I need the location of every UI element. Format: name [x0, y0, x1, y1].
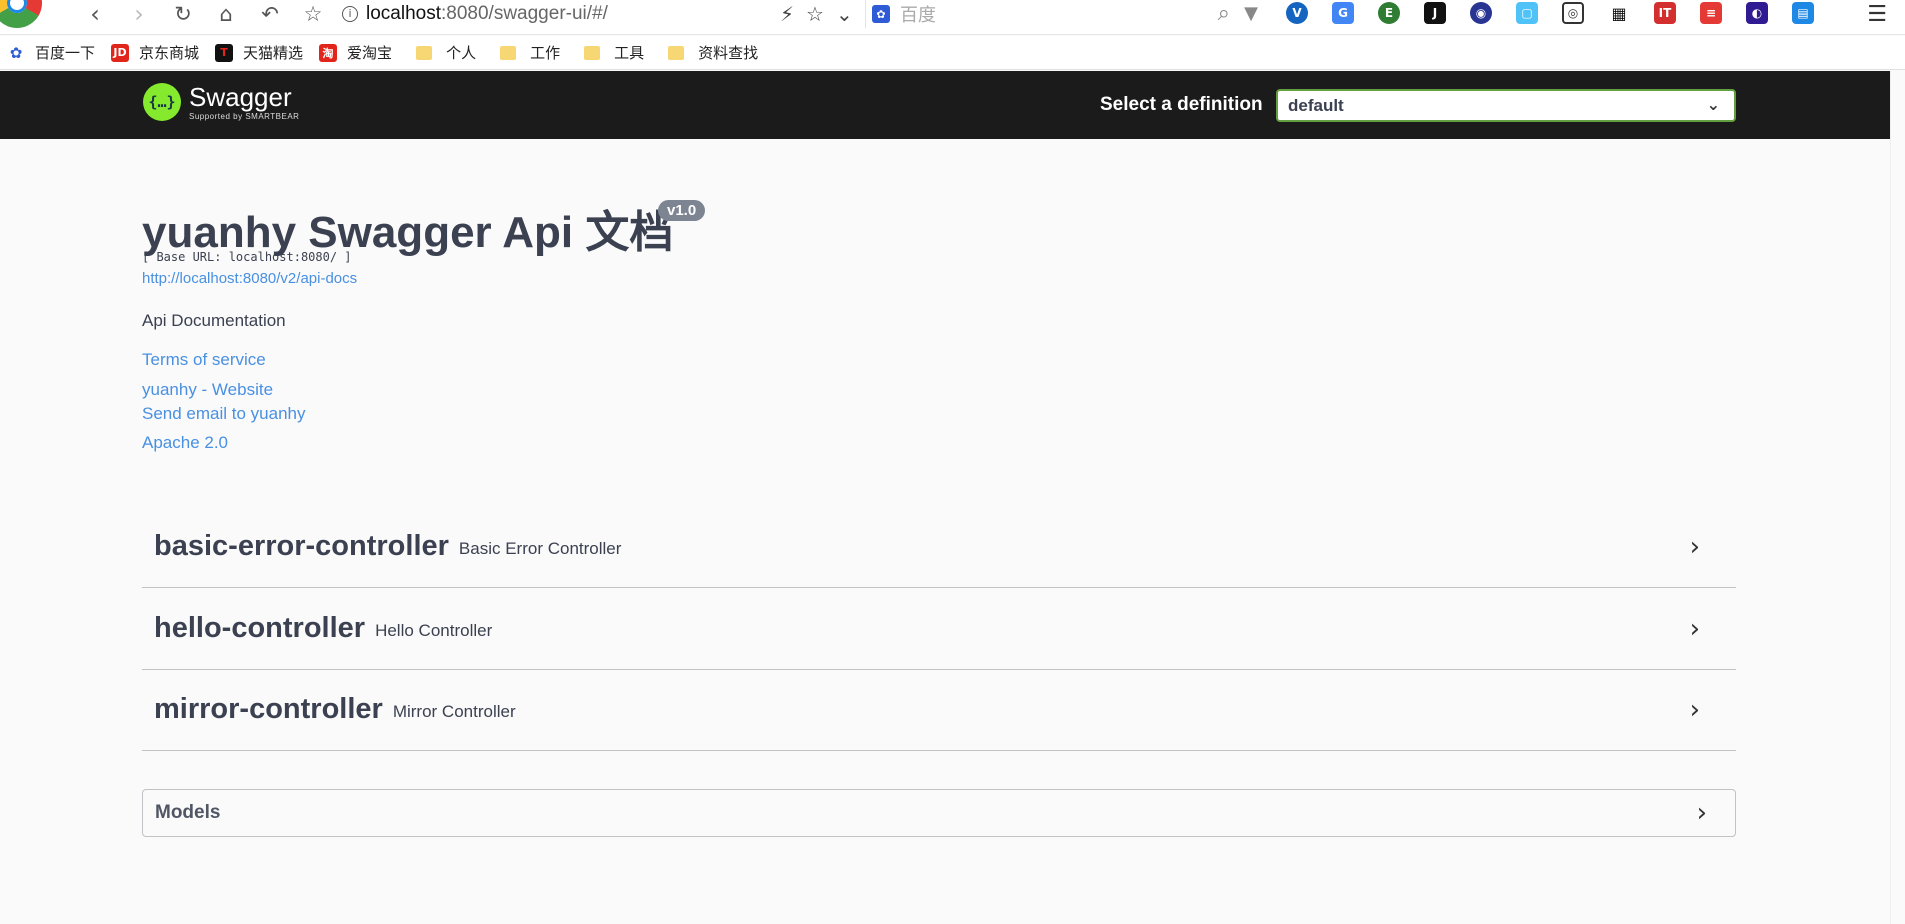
controller-description: Hello Controller	[375, 620, 493, 640]
bookmark-label: 天猫精选	[243, 45, 304, 62]
controller-name: mirror-controller	[154, 693, 383, 725]
folder-icon	[584, 45, 601, 60]
swagger-topbar: {…} Swagger Supported by SMARTBEAR Selec…	[0, 71, 1890, 139]
calendar-ext-icon[interactable]: ▤	[1792, 2, 1814, 24]
swagger-braces-icon: {…}	[143, 83, 181, 121]
chevron-right-icon[interactable]: ›	[1697, 798, 1707, 828]
tmall-icon: T	[215, 43, 234, 62]
controller-basic-error[interactable]: basic-error-controller Basic Error Contr…	[142, 506, 1736, 588]
folder-icon	[416, 45, 433, 60]
chevron-down-icon: ⌄	[1706, 95, 1720, 114]
models-section[interactable]: Models ›	[142, 789, 1736, 837]
speed-ext-icon[interactable]: ◐	[1746, 2, 1768, 24]
models-title: Models	[155, 802, 221, 823]
menu-icon[interactable]: ☰	[1867, 2, 1887, 27]
folder-icon	[668, 45, 685, 60]
jetbrains-ext-icon[interactable]: J	[1424, 2, 1446, 24]
bookmark-label: 资料查找	[698, 45, 759, 62]
baidu-engine-icon[interactable]: ✿	[872, 5, 890, 23]
api-description: Api Documentation	[142, 311, 286, 330]
scrollbar[interactable]	[1890, 71, 1905, 924]
bookmark-label: 个人	[446, 45, 477, 62]
bookmark-folder-research[interactable]: 资料查找	[660, 42, 758, 63]
bookmark-folder-work[interactable]: 工作	[492, 42, 560, 63]
home-icon[interactable]: ⌂	[211, 0, 241, 28]
bookmark-jd[interactable]: JD 京东商城	[111, 42, 199, 63]
jd-icon: JD	[111, 43, 130, 62]
search-placeholder: 百度	[900, 5, 936, 25]
bookmark-label: 百度一下	[35, 45, 96, 62]
bookmark-folder-tools[interactable]: 工具	[576, 42, 644, 63]
folder-icon	[500, 45, 517, 60]
definition-value: default	[1288, 95, 1344, 115]
base-url: [ Base URL: localhost:8080/ ]	[142, 250, 352, 264]
taobao-icon: 淘	[319, 43, 338, 62]
forward-icon[interactable]: ›	[124, 0, 154, 28]
bookmark-label: 爱淘宝	[347, 45, 393, 62]
url-host: localhost	[366, 3, 441, 24]
controller-description: Mirror Controller	[392, 701, 516, 721]
website-link[interactable]: yuanhy - Website	[142, 380, 273, 400]
bookmark-label: 京东商城	[139, 45, 200, 62]
reload-icon[interactable]: ↻	[168, 0, 198, 28]
controller-mirror[interactable]: mirror-controller Mirror Controller ›	[142, 669, 1736, 751]
bookmark-label: 工作	[530, 45, 561, 62]
definition-label: Select a definition	[1100, 94, 1263, 115]
swagger-logo[interactable]: {…} Swagger Supported by SMARTBEAR	[143, 83, 299, 121]
baidu-paw-icon: ✿	[7, 43, 25, 62]
todoist-ext-icon[interactable]: ≡	[1700, 2, 1722, 24]
bookmark-folder-personal[interactable]: 个人	[408, 42, 476, 63]
controller-description: Basic Error Controller	[458, 538, 622, 558]
bookmark-label: 工具	[614, 45, 645, 62]
bookmark-star-icon[interactable]: ☆	[298, 0, 328, 28]
browser-toolbar: ‹ › ↻ ⌂ ↶ ☆ i localhost:8080/swagger-ui/…	[0, 0, 1905, 35]
version-badge: v1.0	[658, 200, 706, 221]
evernote-ext-icon[interactable]: E	[1378, 2, 1400, 24]
translate-ext-icon[interactable]: G	[1332, 2, 1354, 24]
url-path: :8080/swagger-ui/#/	[441, 3, 608, 24]
bookmark-baidu[interactable]: ✿ 百度一下	[7, 42, 95, 63]
email-link[interactable]: Send email to yuanhy	[142, 404, 306, 424]
lightning-icon[interactable]: ⚡	[780, 2, 794, 26]
v-ext-icon[interactable]: V	[1286, 2, 1308, 24]
terms-link[interactable]: Terms of service	[142, 350, 266, 370]
vivaldi-ext-icon[interactable]: ▼	[1240, 2, 1262, 24]
controller-name: basic-error-controller	[154, 530, 449, 562]
bookmark-tmall[interactable]: T 天猫精选	[215, 42, 303, 63]
it-ext-icon[interactable]: IT	[1654, 2, 1676, 24]
screenshot-ext-icon[interactable]: ◎	[1562, 2, 1584, 24]
logo-name: Swagger	[189, 81, 292, 112]
api-docs-link[interactable]: http://localhost:8080/v2/api-docs	[142, 270, 357, 287]
dropdown-chevron-icon[interactable]: ⌄	[836, 2, 853, 26]
search-input[interactable]: ✿ 百度 ⌕	[865, 0, 1230, 28]
chevron-right-icon[interactable]: ›	[1690, 695, 1700, 725]
definition-select[interactable]: default ⌄	[1276, 89, 1736, 122]
logo-subtitle: Supported by SMARTBEAR	[189, 111, 300, 121]
qrcode-ext-icon[interactable]: ▦	[1608, 2, 1630, 24]
browser-logo-icon	[0, 0, 42, 28]
bookmark-taobao[interactable]: 淘爱淘宝	[319, 42, 392, 63]
window-ext-icon[interactable]: ▢	[1516, 2, 1538, 24]
proxy-ext-icon[interactable]: ◉	[1470, 2, 1492, 24]
controller-hello[interactable]: hello-controller Hello Controller ›	[142, 588, 1736, 670]
license-link[interactable]: Apache 2.0	[142, 433, 228, 453]
controller-name: hello-controller	[154, 612, 366, 644]
search-icon[interactable]: ⌕	[1218, 1, 1230, 26]
chevron-right-icon[interactable]: ›	[1690, 614, 1700, 644]
back-icon[interactable]: ‹	[80, 0, 110, 28]
site-info-icon[interactable]: i	[342, 6, 358, 22]
undo-icon[interactable]: ↶	[255, 0, 285, 28]
bookmarks-bar: ✿ 百度一下 JD 京东商城 T 天猫精选 淘爱淘宝 个人 工作 工具 资料查找	[0, 36, 1905, 70]
chevron-right-icon[interactable]: ›	[1690, 532, 1700, 562]
favorite-star-icon[interactable]: ☆	[806, 2, 824, 26]
